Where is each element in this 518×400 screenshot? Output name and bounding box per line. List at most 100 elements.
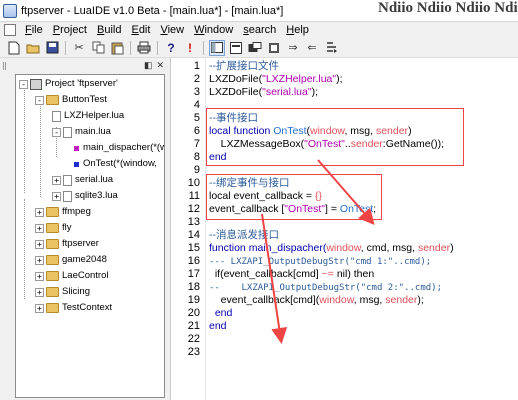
tree-folder-slicing[interactable]: + Slicing [35, 285, 90, 299]
line-number: 19 [187, 294, 200, 306]
line-number: 9 [193, 164, 200, 176]
module-icon[interactable] [266, 40, 282, 56]
collapse-icon[interactable]: - [52, 127, 61, 137]
project-tree[interactable]: - Project 'ftpserver' - ButtonTest LXZHe… [15, 74, 165, 398]
expand-icon[interactable]: + [35, 287, 44, 297]
line-number: 15 [187, 242, 200, 254]
open-folder-icon[interactable] [25, 40, 41, 56]
menu-help[interactable]: Help [281, 24, 314, 36]
tree-folder-game2048[interactable]: + game2048 [35, 253, 107, 267]
tree-folder-testcontext[interactable]: + TestContext [35, 301, 112, 315]
pane-restore-icon[interactable]: ◧ [144, 60, 153, 71]
back-icon[interactable]: ⇐ [304, 40, 320, 56]
toolbar: ✂ ? ! ⇒ ⇐ [0, 38, 518, 58]
tree-folder-buttontest[interactable]: - ButtonTest [35, 93, 107, 107]
project-icon [30, 78, 42, 90]
code-line-14: --消息派发接口 [209, 229, 279, 242]
line-number: 11 [188, 190, 200, 202]
expand-icon[interactable]: + [35, 207, 44, 217]
pane-grip[interactable] [3, 62, 6, 70]
project-view-icon[interactable] [247, 40, 263, 56]
forward-icon[interactable]: ⇒ [285, 40, 301, 56]
code-line-16: --- LXZAPI_OutputDebugStr("cmd 1:"..cmd)… [209, 255, 431, 268]
tree-file-sqlite3[interactable]: + sqlite3.lua [52, 189, 118, 203]
menu-build[interactable]: Build [92, 24, 126, 36]
expand-icon[interactable]: + [35, 271, 44, 281]
expand-icon[interactable]: + [52, 191, 61, 201]
menu-file[interactable]: File [20, 24, 48, 36]
code-token: ); [417, 294, 424, 306]
code-token: LXZDoFile( [209, 86, 263, 98]
tree-connector [24, 85, 25, 193]
tree-func-main-dispacher[interactable]: main_dispacher(*(w [74, 141, 165, 155]
tree-folder-laecontrol[interactable]: + LaeControl [35, 269, 108, 283]
code-line-3: LXZDoFile("serial.lua"); [209, 86, 318, 99]
code-token: event_callback[cmd]( [209, 294, 320, 306]
expand-icon[interactable]: + [35, 255, 44, 265]
folder-icon [46, 95, 59, 105]
line-number-gutter: 1 2 3 4 5 6 7 8 9 10 11 12 13 14 15 16 1… [171, 58, 204, 400]
expand-icon[interactable]: + [35, 303, 44, 313]
code-line-15: function main_dispacher(window, cmd, msg… [209, 242, 454, 255]
code-comment: -- LXZAPI_OutputDebugStr("cmd 2:"..cmd); [209, 283, 442, 293]
tree-folder-ftpserver[interactable]: + ftpserver [35, 237, 99, 251]
expand-icon[interactable]: + [52, 175, 61, 185]
line-number: 17 [187, 268, 200, 280]
cut-icon[interactable]: ✂ [71, 40, 87, 56]
line-number: 23 [187, 346, 200, 358]
exclamation-icon[interactable]: ! [182, 40, 198, 56]
line-number: 20 [187, 307, 200, 319]
background-window-text: Ndiio Ndiio Ndiio Ndiio Nd [378, 0, 518, 16]
tree-folder-fly[interactable]: + fly [35, 221, 72, 235]
file-icon [63, 126, 72, 138]
code-editor[interactable]: 1 2 3 4 5 6 7 8 9 10 11 12 13 14 15 16 1… [170, 58, 518, 400]
save-icon[interactable] [44, 40, 60, 56]
tree-label: ftpserver [62, 238, 99, 249]
copy-icon[interactable] [90, 40, 106, 56]
step-icon[interactable] [323, 40, 339, 56]
tree-file-main[interactable]: - main.lua [52, 125, 111, 139]
project-pane: ◧ ✕ - Project 'ftpserver' - ButtonTest L… [0, 58, 170, 400]
folder-icon [46, 271, 59, 281]
folder-icon [46, 287, 59, 297]
menu-window[interactable]: Window [189, 24, 238, 36]
print-icon[interactable] [136, 40, 152, 56]
line-number: 4 [193, 99, 200, 111]
file-icon [63, 190, 72, 202]
collapse-icon[interactable]: - [35, 95, 44, 105]
tree-func-ontest[interactable]: OnTest(*(window, [74, 157, 157, 171]
line-number: 13 [187, 216, 200, 228]
line-number: 12 [187, 203, 200, 215]
file-view-icon[interactable] [228, 40, 244, 56]
pane-close-icon[interactable]: ✕ [156, 60, 164, 71]
expand-icon[interactable]: + [35, 223, 44, 233]
folder-icon [46, 239, 59, 249]
menu-project[interactable]: Project [48, 24, 92, 36]
code-param: window [319, 294, 354, 306]
paste-icon[interactable] [109, 40, 125, 56]
menu-edit[interactable]: Edit [126, 24, 155, 36]
tree-project[interactable]: - Project 'ftpserver' [19, 77, 118, 91]
tree-folder-ffmpeg[interactable]: + ffmpeg [35, 205, 91, 219]
new-file-icon[interactable] [6, 40, 22, 56]
function-icon [74, 161, 79, 167]
collapse-icon[interactable]: - [19, 79, 28, 89]
menu-search[interactable]: search [238, 24, 281, 36]
menu-view[interactable]: View [155, 24, 189, 36]
tree-label: Project 'ftpserver' [45, 78, 118, 89]
tree-file-lxzhelper[interactable]: LXZHelper.lua [52, 109, 124, 123]
help-icon[interactable]: ? [163, 40, 179, 56]
code-comment: --- LXZAPI_OutputDebugStr("cmd 1:"..cmd)… [209, 257, 432, 267]
document-icon[interactable] [4, 24, 16, 36]
code-line-2: LXZDoFile("LXZHelper.lua"); [209, 73, 343, 86]
tree-label: main_dispacher(*(w [83, 142, 165, 153]
code-token: ); [311, 86, 319, 98]
tree-label: LaeControl [62, 270, 109, 281]
tree-file-serial[interactable]: + serial.lua [52, 173, 113, 187]
output-window-icon[interactable] [209, 39, 225, 56]
tree-label: main.lua [75, 126, 111, 137]
code-token: LXZDoFile( [209, 73, 263, 85]
code-token: , cmd, msg, [360, 242, 418, 254]
code-string: "serial.lua" [262, 86, 312, 98]
expand-icon[interactable]: + [35, 239, 44, 249]
